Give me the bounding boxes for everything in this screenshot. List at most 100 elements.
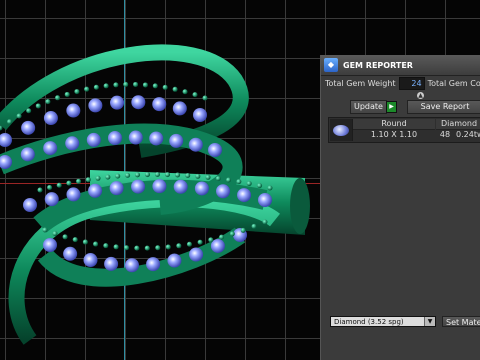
gem-stone [216,184,231,199]
bead [56,182,62,188]
bead [208,237,214,243]
bead [62,234,68,240]
gem-size-cell: 1.10 X 1.10 [370,130,418,139]
play-icon[interactable]: ▶ [386,101,397,113]
gem-stone [83,253,98,268]
bead [251,223,257,229]
gem-stone [43,111,58,126]
bead [155,171,161,177]
gem-weight-cell: 0.24tw [456,130,480,139]
gem-stone [0,133,12,147]
column-header-round: Round [353,119,435,130]
bead [176,243,182,249]
bead [155,245,161,251]
total-count-label: Total Gem Co [427,78,480,88]
bead [135,172,141,178]
gem-stone [173,179,188,194]
bead [236,179,242,185]
bead [162,84,168,90]
bead [115,173,121,179]
gem-stone [43,141,58,156]
gem-stone [258,193,272,207]
bead [125,172,131,178]
bead [142,82,148,88]
bead [66,180,72,186]
set-material-button[interactable]: Set Mater [442,316,480,327]
gem-stone [23,198,37,212]
bead [144,245,150,251]
bead [47,185,53,191]
bead [74,89,80,95]
bead [182,89,188,95]
bead [85,177,91,183]
bead [7,119,13,125]
gem-stone [189,247,204,262]
bead [26,108,32,114]
gem-stone [128,130,143,145]
bead [76,178,82,184]
gem-stone [110,95,125,110]
gem-stone [131,95,146,110]
bead [105,174,111,180]
panel-titlebar[interactable]: ◆ GEM REPORTER [321,55,480,76]
bead [103,243,109,249]
gem-stone [66,187,81,202]
gem-stone [208,143,222,157]
gem-stone [146,257,161,272]
bead [42,227,48,233]
gem-stone [108,131,122,145]
gem-count-cell: 48 [439,130,451,139]
collapse-toggle-icon[interactable]: ▲ [417,92,424,99]
bead [262,219,268,225]
gem-stone [65,136,80,151]
bead [93,241,99,247]
bead [257,183,263,189]
bead [16,113,22,119]
bead [192,92,198,98]
chevron-down-icon[interactable]: ▼ [424,317,435,326]
bead [64,91,70,97]
gem-stone [237,188,252,203]
bead [172,86,178,92]
bead [52,231,58,237]
gem-stone [188,137,203,152]
gem-stone [131,179,146,194]
gem-stone [43,238,57,252]
bead [123,245,129,251]
bead [45,99,51,105]
bead [215,176,221,182]
gem-stone [124,258,139,273]
bead [134,245,140,251]
bead [240,227,246,233]
gem-stone [193,108,207,122]
material-select[interactable]: Diamond (3.52 spg) ▼ [330,316,436,327]
gem-stone [172,101,187,116]
gem-stone [20,147,35,162]
gem-stone [86,132,101,147]
bead [202,95,208,101]
save-report-button[interactable]: Save Report [407,100,480,114]
gem-stone [167,253,182,268]
update-button[interactable]: Update [350,100,387,114]
gem-stone [149,131,164,146]
bead [195,173,201,179]
gem-stone [104,256,119,271]
bead [226,177,232,183]
gem-stone [152,97,167,112]
total-weight-field[interactable]: 24 [398,76,425,90]
bead [37,187,43,193]
bead [123,81,129,87]
bead [84,86,90,92]
bead [186,241,192,247]
bead [185,173,191,179]
round-gem-icon[interactable] [330,119,353,141]
bead [165,172,171,178]
gem-stone [44,192,59,207]
gem-stone [88,98,103,113]
bead [95,175,101,181]
gem-stone [169,133,184,148]
bead [113,82,119,88]
bead [145,172,151,178]
bead [93,84,99,90]
bead [103,83,109,89]
